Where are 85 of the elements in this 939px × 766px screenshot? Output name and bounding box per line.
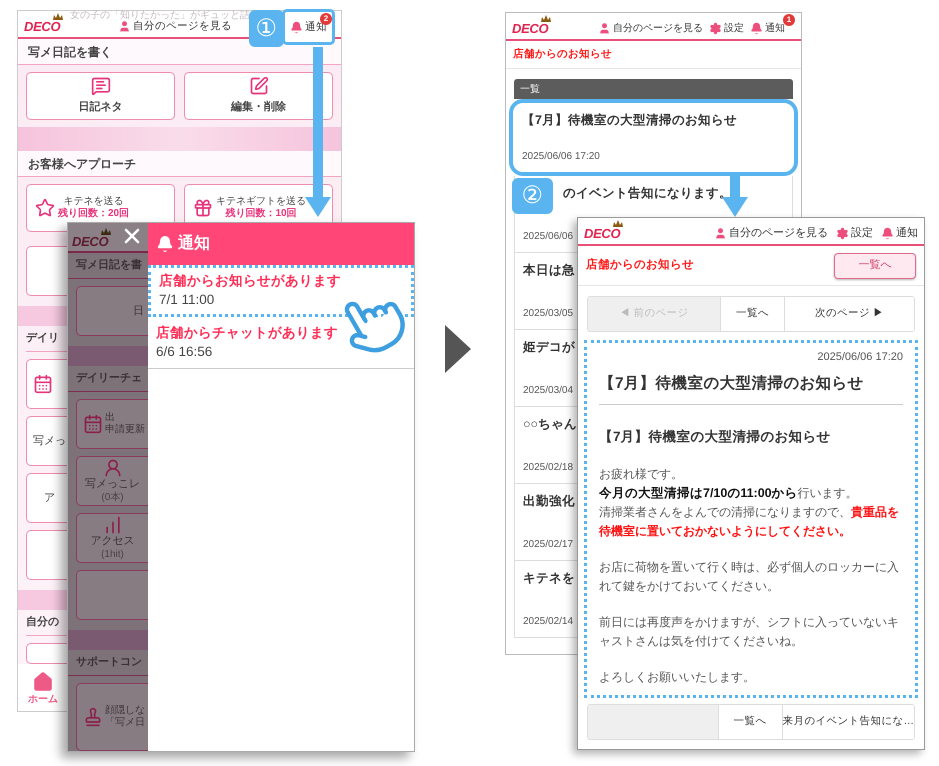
header-link[interactable]: 自分のページを見る xyxy=(714,227,828,240)
body-text: 清掃業者さんをよんでの清掃になりますので、貴重品を待機室に置いておかないようにしてください。 xyxy=(599,504,900,540)
notice-date: 2025/06/06 xyxy=(523,230,574,244)
crown-icon xyxy=(612,220,624,228)
avatar-icon xyxy=(102,458,122,478)
gear-icon xyxy=(709,22,722,35)
calendar-icon xyxy=(83,414,103,434)
menu-button[interactable] xyxy=(26,530,68,580)
count-badge: 2 xyxy=(320,13,332,25)
person-icon xyxy=(714,227,727,240)
body-text: お店に荷物を置いて行く時は、必ず個人のロッカーに入れて鍵をかけておいてください。 xyxy=(599,559,900,595)
step-number: ② xyxy=(512,178,553,214)
section-title: 写メ日記を書く xyxy=(28,44,112,60)
gift-icon xyxy=(193,198,213,218)
section-title: デイリ xyxy=(26,331,59,346)
header-link[interactable]: 通知 1 xyxy=(750,14,795,35)
section-title: お客様へアプローチ xyxy=(28,156,136,172)
gear-icon xyxy=(836,227,849,240)
article-date: 2025/06/06 17:20 xyxy=(817,350,903,365)
header-link[interactable]: 自分のページを見る xyxy=(118,20,232,33)
chat-icon xyxy=(90,76,110,96)
notice-title[interactable]: ○○ちゃん xyxy=(523,415,578,434)
menu-button[interactable] xyxy=(26,643,68,664)
notice-date: 2025/02/14 xyxy=(523,615,574,629)
page-title: 店舗からのお知らせ xyxy=(586,257,694,273)
home-icon xyxy=(32,670,54,692)
right-arrow-icon xyxy=(445,325,471,373)
down-arrow-icon xyxy=(722,175,748,217)
notice-list-item[interactable]: 【7月】待機室の大型清掃のお知らせ 2025/06/06 17:20 xyxy=(509,99,798,176)
person-icon xyxy=(118,20,131,33)
notice-title[interactable]: 姫デコが xyxy=(523,338,575,357)
notice-date: 2025/03/05 xyxy=(523,307,574,321)
back-button[interactable]: 一覧へ xyxy=(834,252,916,278)
crown-icon xyxy=(540,15,552,23)
menu-button[interactable] xyxy=(26,359,68,409)
notice-title[interactable]: キテネを xyxy=(523,569,575,588)
notice-date: 2025/02/17 xyxy=(523,538,574,552)
notice-title[interactable]: 本日は急 xyxy=(523,261,575,280)
bell-icon xyxy=(881,227,894,240)
notice-date: 2025/02/18 xyxy=(523,461,574,475)
down-arrow-icon xyxy=(305,47,331,217)
header-link[interactable]: 設定 xyxy=(836,227,873,240)
header-link[interactable]: 通知 xyxy=(881,227,918,240)
menu-button[interactable] xyxy=(76,570,148,620)
page-title: 店舗からのお知らせ xyxy=(513,46,612,62)
crown-icon xyxy=(52,13,64,21)
body-text: 前日には再度声をかけますが、シフトに入っていないキャストさんは気を付けてくださいね。 xyxy=(599,614,900,650)
logo[interactable]: DECO xyxy=(584,227,620,240)
notice-title[interactable]: のイベント告知になります。 xyxy=(563,184,732,203)
decorative-band xyxy=(18,306,68,326)
bell-icon xyxy=(290,20,303,34)
section-title: 写メ日記を書 xyxy=(76,258,142,274)
notice-date: 2025/03/04 xyxy=(523,384,574,398)
section-title: サポートコン xyxy=(76,655,142,670)
logo[interactable]: DECO xyxy=(24,20,60,33)
menu-button[interactable]: 日記ネタ xyxy=(26,72,175,120)
pager-button[interactable]: 来月のイベント告知にな… xyxy=(782,705,914,739)
menu-button[interactable]: 編集・削除 xyxy=(184,72,333,120)
pen-icon xyxy=(248,76,268,96)
notice-title[interactable]: 出勤強化 xyxy=(523,492,575,511)
decorative-band xyxy=(18,590,68,610)
article-title: 【7月】待機室の大型清掃のお知らせ xyxy=(599,374,865,394)
calendar-icon xyxy=(33,374,53,394)
body-text: お疲れ様です。 xyxy=(599,466,684,483)
star-icon xyxy=(35,198,55,218)
count-badge: 1 xyxy=(783,14,795,26)
header-link[interactable]: 自分のページを見る xyxy=(598,22,703,35)
step-number: ① xyxy=(249,10,284,47)
body-text: よろしくお願いいたします。 xyxy=(599,669,756,686)
stamp-icon xyxy=(83,707,103,727)
menu-button[interactable] xyxy=(26,246,68,296)
section-title: 自分の xyxy=(26,614,59,630)
person-icon xyxy=(598,22,611,35)
header-link[interactable]: 設定 xyxy=(709,22,744,35)
section-title: デイリーチェ xyxy=(76,371,142,386)
menu-button[interactable]: 写メっ xyxy=(26,416,68,466)
list-header: 一覧 xyxy=(514,79,793,99)
crown-icon xyxy=(100,228,112,236)
logo[interactable]: DECO xyxy=(512,22,548,35)
article-heading: 【7月】待機室の大型清掃のお知らせ xyxy=(599,428,832,446)
bell-icon xyxy=(750,22,763,35)
bell-icon xyxy=(156,235,174,253)
body-text: 今月の大型清掃は7/10の11:00から行います。 xyxy=(599,485,859,502)
menu-button[interactable]: ア xyxy=(26,473,68,523)
drawer-title: 通知 xyxy=(178,233,210,254)
